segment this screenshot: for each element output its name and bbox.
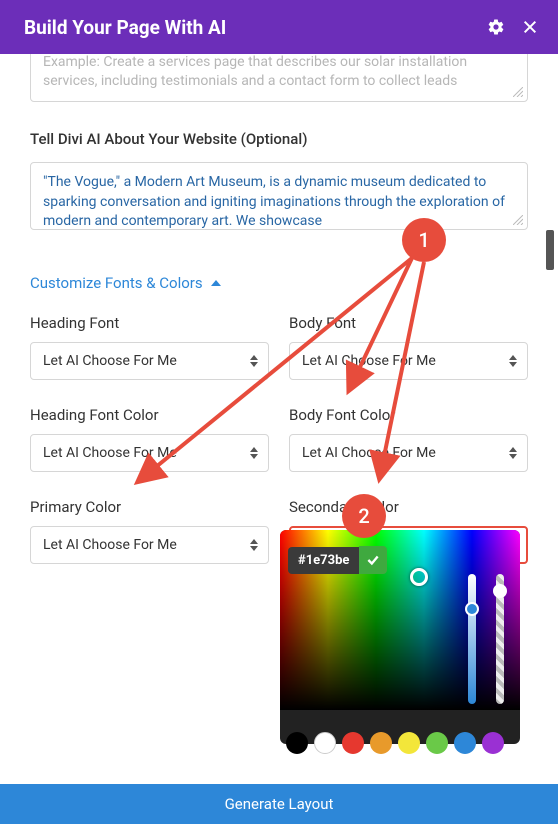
customize-label: Customize Fonts & Colors	[30, 274, 203, 292]
swatch[interactable]	[314, 732, 336, 754]
chevron-updown-icon	[250, 539, 258, 551]
generate-layout-button[interactable]: Generate Layout	[0, 784, 558, 824]
primary-color-select[interactable]: Let AI Choose For Me	[30, 526, 269, 564]
swatch[interactable]	[454, 732, 476, 754]
chevron-updown-icon	[509, 447, 517, 459]
footer-button-label: Generate Layout	[225, 795, 334, 813]
select-value: Let AI Choose For Me	[43, 353, 177, 369]
fonts-colors-grid: Heading Font Let AI Choose For Me Body F…	[30, 314, 528, 564]
heading-font-label: Heading Font	[30, 314, 269, 332]
scrollbar-thumb[interactable]	[546, 230, 554, 270]
select-value: Let AI Choose For Me	[43, 445, 177, 461]
select-value: Let AI Choose For Me	[43, 537, 177, 553]
color-picker-popover[interactable]: #1e73be	[280, 530, 520, 744]
slider-knob[interactable]	[465, 602, 479, 616]
prompt-placeholder-text: Example: Create a services page that des…	[43, 54, 467, 89]
caret-up-icon	[211, 280, 221, 286]
swatch[interactable]	[482, 732, 504, 754]
swatch[interactable]	[398, 732, 420, 754]
hex-confirm-button[interactable]	[359, 546, 387, 574]
chevron-updown-icon	[509, 355, 517, 367]
prompt-textarea[interactable]: Example: Create a services page that des…	[30, 54, 528, 102]
body-font-color-select[interactable]: Let AI Choose For Me	[289, 434, 528, 472]
heading-font-color-label: Heading Font Color	[30, 406, 269, 424]
header-actions	[486, 17, 540, 37]
color-marker[interactable]	[410, 568, 428, 586]
field-heading-font: Heading Font Let AI Choose For Me	[30, 314, 269, 380]
chevron-updown-icon	[250, 355, 258, 367]
select-value: Let AI Choose For Me	[302, 353, 436, 369]
about-textarea[interactable]: "The Vogue," a Modern Art Museum, is a d…	[30, 162, 528, 230]
swatch[interactable]	[426, 732, 448, 754]
swatch[interactable]	[342, 732, 364, 754]
hex-input-group: #1e73be	[288, 546, 387, 574]
resize-handle-icon[interactable]	[513, 215, 523, 225]
primary-color-label: Primary Color	[30, 498, 269, 516]
customize-fonts-colors-toggle[interactable]: Customize Fonts & Colors	[30, 274, 528, 292]
body-font-color-label: Body Font Color	[289, 406, 528, 424]
heading-font-color-select[interactable]: Let AI Choose For Me	[30, 434, 269, 472]
secondary-color-label: Secondary Color	[289, 498, 528, 516]
alpha-slider[interactable]	[496, 574, 504, 704]
hex-input[interactable]: #1e73be	[288, 547, 359, 574]
close-icon[interactable]	[520, 17, 540, 37]
saturation-slider[interactable]	[468, 574, 476, 704]
about-label: Tell Divi AI About Your Website (Optiona…	[30, 130, 528, 148]
swatch[interactable]	[370, 732, 392, 754]
gear-icon[interactable]	[486, 17, 506, 37]
heading-font-select[interactable]: Let AI Choose For Me	[30, 342, 269, 380]
resize-handle-icon[interactable]	[513, 87, 523, 97]
modal-title: Build Your Page With AI	[24, 16, 226, 39]
swatch[interactable]	[286, 732, 308, 754]
field-body-font-color: Body Font Color Let AI Choose For Me	[289, 406, 528, 472]
body-font-label: Body Font	[289, 314, 528, 332]
chevron-updown-icon	[250, 447, 258, 459]
slider-knob[interactable]	[493, 584, 507, 598]
field-body-font: Body Font Let AI Choose For Me	[289, 314, 528, 380]
about-textarea-value: "The Vogue," a Modern Art Museum, is a d…	[43, 174, 505, 229]
modal-header: Build Your Page With AI	[0, 0, 558, 54]
field-primary-color: Primary Color Let AI Choose For Me	[30, 498, 269, 564]
body-font-select[interactable]: Let AI Choose For Me	[289, 342, 528, 380]
select-value: Let AI Choose For Me	[302, 445, 436, 461]
color-swatches	[286, 732, 504, 754]
field-heading-font-color: Heading Font Color Let AI Choose For Me	[30, 406, 269, 472]
